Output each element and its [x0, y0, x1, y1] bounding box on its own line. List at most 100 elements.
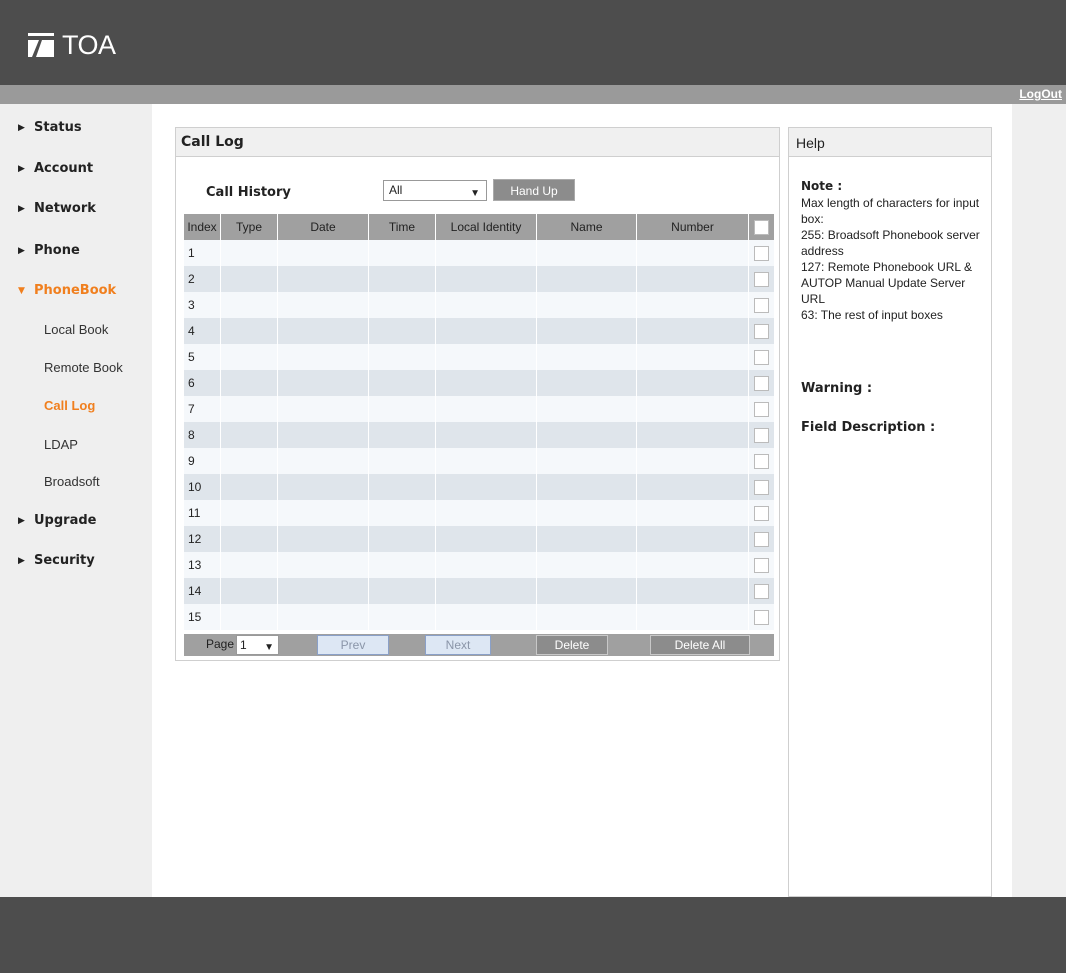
next-page-button[interactable]: Next	[425, 635, 491, 655]
row-checkbox[interactable]	[754, 349, 769, 365]
cell-local-identity	[436, 552, 537, 578]
page-title: Call Log	[181, 134, 244, 150]
cell-local-identity	[436, 266, 537, 292]
call-history-filter-select[interactable]: All ▼	[383, 180, 487, 201]
select-all-checkbox[interactable]	[754, 219, 769, 235]
row-checkbox[interactable]	[754, 323, 769, 339]
cell-time	[369, 396, 436, 422]
cell-name	[537, 578, 637, 604]
footer	[0, 897, 1066, 973]
cell-index: 15	[184, 604, 221, 630]
cell-number	[637, 344, 749, 370]
row-select-cell	[749, 500, 774, 526]
sidebar-subitem-call-log[interactable]: Call Log	[44, 398, 95, 413]
sidebar-item-phone[interactable]: ▶ Phone	[18, 243, 80, 258]
cell-date	[278, 266, 369, 292]
cell-index: 13	[184, 552, 221, 578]
cell-name	[537, 474, 637, 500]
table-row: 12	[184, 526, 774, 552]
help-note-heading: Note :	[801, 179, 843, 193]
chevron-down-icon: ▼	[264, 642, 274, 653]
cell-type	[221, 552, 278, 578]
sidebar-item-security[interactable]: ▶ Security	[18, 553, 95, 568]
row-checkbox[interactable]	[754, 271, 769, 287]
cell-local-identity	[436, 422, 537, 448]
table-row: 14	[184, 578, 774, 604]
delete-button[interactable]: Delete	[536, 635, 608, 655]
help-title: Help	[796, 135, 825, 151]
row-select-cell	[749, 344, 774, 370]
sidebar-subitem-local-book[interactable]: Local Book	[44, 322, 108, 337]
sidebar-subitem-remote-book[interactable]: Remote Book	[44, 360, 123, 375]
cell-index: 12	[184, 526, 221, 552]
cell-number	[637, 396, 749, 422]
table-row: 9	[184, 448, 774, 474]
triangle-right-icon: ▶	[18, 555, 25, 566]
hand-up-button[interactable]: Hand Up	[493, 179, 575, 201]
cell-date	[278, 344, 369, 370]
cell-number	[637, 500, 749, 526]
sidebar-item-phonebook[interactable]: ▼ PhoneBook	[18, 283, 116, 298]
chevron-down-icon: ▼	[470, 188, 480, 199]
row-checkbox[interactable]	[754, 609, 769, 625]
page-select[interactable]: 1 ▼	[236, 635, 279, 655]
row-checkbox[interactable]	[754, 531, 769, 547]
row-checkbox[interactable]	[754, 453, 769, 469]
help-note-line: 63: The rest of input boxes	[801, 308, 943, 322]
sidebar-item-account[interactable]: ▶ Account	[18, 161, 93, 176]
cell-date	[278, 448, 369, 474]
row-checkbox[interactable]	[754, 245, 769, 261]
help-title-bar: Help	[789, 128, 991, 157]
row-select-cell	[749, 604, 774, 630]
cell-time	[369, 526, 436, 552]
sidebar-subitem-broadsoft[interactable]: Broadsoft	[44, 474, 100, 489]
cell-local-identity	[436, 474, 537, 500]
sidebar-item-label: Upgrade	[34, 513, 97, 528]
call-history-label: Call History	[206, 185, 291, 200]
sidebar-item-upgrade[interactable]: ▶ Upgrade	[18, 513, 96, 528]
row-checkbox[interactable]	[754, 505, 769, 521]
cell-date	[278, 474, 369, 500]
row-checkbox[interactable]	[754, 297, 769, 313]
page-value: 1	[240, 638, 247, 652]
row-checkbox[interactable]	[754, 375, 769, 391]
sidebar-item-status[interactable]: ▶ Status	[18, 120, 82, 135]
sidebar: ▶ Status ▶ Account ▶ Network ▶ Phone ▼ PhoneB…	[0, 104, 152, 897]
help-note-body: Max length of characters for input box: …	[801, 195, 985, 323]
sidebar-item-network[interactable]: ▶ Network	[18, 201, 96, 216]
call-log-table: Index Type Date Time Local Identity Name…	[184, 214, 774, 630]
cell-local-identity	[436, 396, 537, 422]
cell-local-identity	[436, 370, 537, 396]
row-select-cell	[749, 318, 774, 344]
cell-type	[221, 396, 278, 422]
cell-index: 1	[184, 240, 221, 266]
cell-type	[221, 448, 278, 474]
cell-date	[278, 578, 369, 604]
row-checkbox[interactable]	[754, 479, 769, 495]
logout-link[interactable]: LogOut	[1019, 87, 1062, 101]
cell-number	[637, 448, 749, 474]
row-select-cell	[749, 552, 774, 578]
page-label: Page	[206, 637, 235, 651]
delete-all-button[interactable]: Delete All	[650, 635, 750, 655]
cell-type	[221, 370, 278, 396]
prev-page-button[interactable]: Prev	[317, 635, 389, 655]
filter-value: All	[389, 183, 403, 197]
row-checkbox[interactable]	[754, 427, 769, 443]
cell-index: 9	[184, 448, 221, 474]
row-checkbox[interactable]	[754, 401, 769, 417]
cell-time	[369, 370, 436, 396]
cell-index: 3	[184, 292, 221, 318]
brand-name: TOA	[62, 30, 116, 60]
cell-name	[537, 292, 637, 318]
triangle-right-icon: ▶	[18, 203, 25, 214]
row-checkbox[interactable]	[754, 557, 769, 573]
cell-number	[637, 422, 749, 448]
sidebar-subitem-ldap[interactable]: LDAP	[44, 437, 78, 452]
column-header-index: Index	[184, 214, 221, 240]
cell-date	[278, 240, 369, 266]
brand-logo: TOA	[28, 29, 116, 61]
cell-type	[221, 526, 278, 552]
row-checkbox[interactable]	[754, 583, 769, 599]
cell-name	[537, 448, 637, 474]
